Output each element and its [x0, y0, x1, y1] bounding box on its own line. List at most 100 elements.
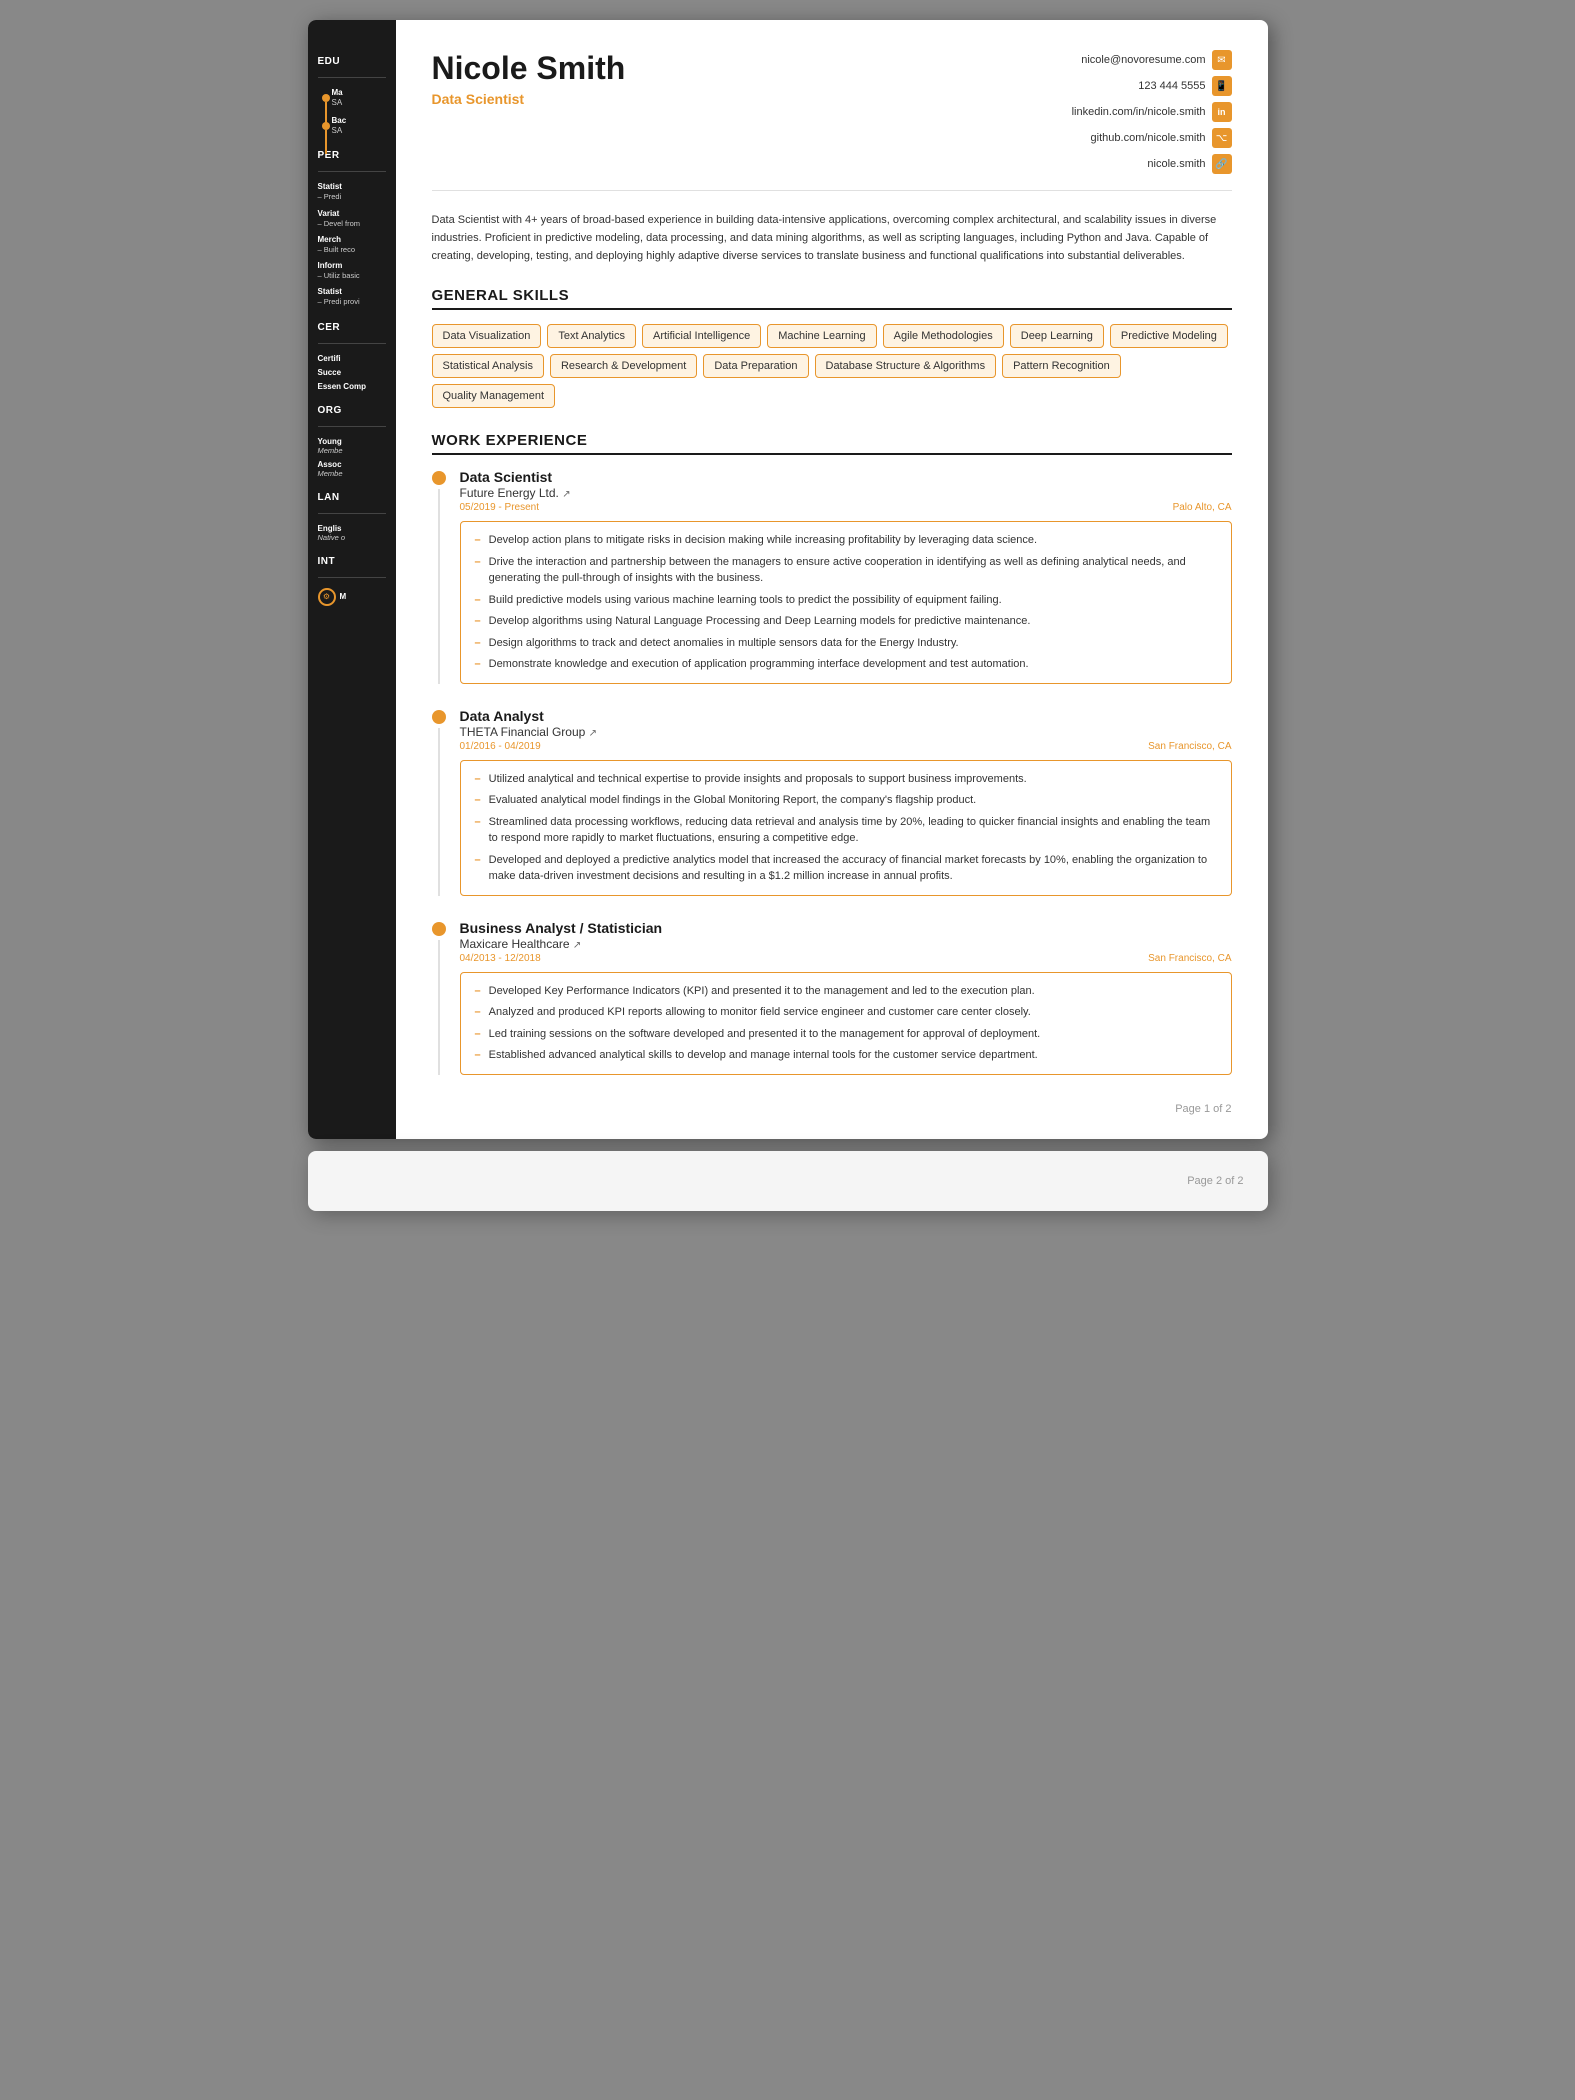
work-bullet-1-3: – Developed and deployed a predictive an…	[475, 852, 1217, 885]
sidebar: EDU Ma SA Bac SA PER Statist – Predi Var…	[308, 20, 396, 1139]
sidebar-edu-item-1: Ma SA	[318, 88, 386, 108]
edu-school-1: SA	[332, 97, 386, 108]
website-icon: 🔗	[1212, 154, 1232, 174]
page-number-2: Page 2 of 2	[1187, 1175, 1243, 1187]
header-left: Nicole Smith Data Scientist	[432, 50, 626, 107]
skill-chip-7: Statistical Analysis	[432, 354, 544, 378]
skill-chip-8: Research & Development	[550, 354, 697, 378]
cert-label-3: Essen Comp	[318, 382, 386, 391]
work-company-2: Maxicare Healthcare ↗	[460, 937, 1232, 951]
work-line-1	[438, 728, 440, 896]
github-text: github.com/nicole.smith	[1091, 132, 1206, 144]
skill-chip-5: Deep Learning	[1010, 324, 1104, 348]
work-bullet-0-1: – Drive the interaction and partnership …	[475, 554, 1217, 587]
phone-text: 123 444 5555	[1138, 80, 1205, 92]
linkedin-icon: in	[1212, 102, 1232, 122]
work-bullet-2-0: – Developed Key Performance Indicators (…	[475, 983, 1217, 1000]
work-bullet-1-0: – Utilized analytical and technical expe…	[475, 771, 1217, 788]
org-label-2: Assoc	[318, 460, 386, 469]
skill-chip-3: Machine Learning	[767, 324, 876, 348]
skill-chip-12: Quality Management	[432, 384, 556, 408]
sidebar-cert-1: Certifi	[318, 354, 386, 363]
phone-icon: 📱	[1212, 76, 1232, 96]
work-body-1: Data Analyst THETA Financial Group ↗ 01/…	[460, 708, 1232, 896]
work-bullet-1-1: – Evaluated analytical model findings in…	[475, 792, 1217, 809]
sidebar-lang-1: Englis Native o	[318, 524, 386, 542]
work-line-0	[438, 489, 440, 684]
sidebar-org-2: Assoc Membe	[318, 460, 386, 478]
work-bullet-2-1: – Analyzed and produced KPI reports allo…	[475, 1004, 1217, 1021]
contact-github-row: github.com/nicole.smith ⌥	[1091, 128, 1232, 148]
work-bullets-2: – Developed Key Performance Indicators (…	[460, 972, 1232, 1075]
work-bullet-0-5: – Demonstrate knowledge and execution of…	[475, 656, 1217, 673]
work-body-0: Data Scientist Future Energy Ltd. ↗ 05/2…	[460, 469, 1232, 684]
email-text: nicole@novoresume.com	[1081, 54, 1205, 66]
edu-degree-2: Bac	[332, 116, 386, 125]
resume-page-2-stub: Page 2 of 2	[308, 1151, 1268, 1211]
work-title-1: Data Analyst	[460, 708, 1232, 724]
contact-website-row: nicole.smith 🔗	[1147, 154, 1231, 174]
skill-chip-1: Text Analytics	[547, 324, 636, 348]
sidebar-int-title: INT	[318, 556, 386, 567]
per-label-1: Statist	[318, 182, 386, 191]
contact-phone-row: 123 444 5555 📱	[1138, 76, 1231, 96]
sidebar-per-title: PER	[318, 150, 386, 161]
skill-chip-2: Artificial Intelligence	[642, 324, 761, 348]
sidebar-cer-title: CER	[318, 322, 386, 333]
skill-chip-11: Pattern Recognition	[1002, 354, 1121, 378]
edu-degree-1: Ma	[332, 88, 386, 97]
work-timeline-1	[432, 708, 446, 896]
sidebar-cert-3: Essen Comp	[318, 382, 386, 391]
work-title-2: Business Analyst / Statistician	[460, 920, 1232, 936]
website-text: nicole.smith	[1147, 158, 1205, 170]
header-contact: nicole@novoresume.com ✉ 123 444 5555 📱 l…	[1072, 50, 1232, 174]
skills-section: GENERAL SKILLS Data Visualization Text A…	[432, 287, 1232, 408]
edu-school-2: SA	[332, 125, 386, 136]
skill-chip-0: Data Visualization	[432, 324, 542, 348]
github-icon: ⌥	[1212, 128, 1232, 148]
per-label-5: Statist	[318, 287, 386, 296]
contact-linkedin-row: linkedin.com/in/nicole.smith in	[1072, 102, 1232, 122]
work-company-0: Future Energy Ltd. ↗	[460, 486, 1232, 500]
work-bullets-1: – Utilized analytical and technical expe…	[460, 760, 1232, 896]
work-section: WORK EXPERIENCE Data Scientist Future En…	[432, 432, 1232, 1075]
work-dot-1	[432, 710, 446, 724]
lang-label-1: Englis	[318, 524, 386, 533]
per-label-2: Variat	[318, 209, 386, 218]
work-date-2: 04/2013 - 12/2018	[460, 953, 541, 964]
work-dot-0	[432, 471, 446, 485]
cert-label-2: Succe	[318, 368, 386, 377]
work-location-2: San Francisco, CA	[1148, 953, 1231, 964]
org-sub-1: Membe	[318, 446, 386, 455]
interest-label-1: M	[340, 592, 347, 601]
work-bullets-0: – Develop action plans to mitigate risks…	[460, 521, 1232, 684]
resume-page-1: EDU Ma SA Bac SA PER Statist – Predi Var…	[308, 20, 1268, 1139]
org-label-1: Young	[318, 437, 386, 446]
main-content: Nicole Smith Data Scientist nicole@novor…	[396, 20, 1268, 1139]
email-icon: ✉	[1212, 50, 1232, 70]
work-bullet-0-4: – Design algorithms to track and detect …	[475, 635, 1217, 652]
per-sub-2: Devel from	[324, 219, 360, 228]
per-sub-4: Utiliz basic	[324, 271, 360, 280]
sidebar-per-item-5: Statist – Predi provi	[318, 287, 386, 307]
per-label-4: Inform	[318, 261, 386, 270]
sidebar-per-item-1: Statist – Predi	[318, 182, 386, 202]
work-timeline-2	[432, 920, 446, 1075]
work-bullet-1-2: – Streamlined data processing workflows,…	[475, 814, 1217, 847]
cert-label-1: Certifi	[318, 354, 386, 363]
sidebar-per-item-2: Variat – Devel from	[318, 209, 386, 229]
work-bullet-0-2: – Build predictive models using various …	[475, 592, 1217, 609]
per-sub-3: Built reco	[324, 245, 355, 254]
candidate-title: Data Scientist	[432, 91, 626, 107]
sidebar-cert-2: Succe	[318, 368, 386, 377]
work-title-0: Data Scientist	[460, 469, 1232, 485]
resume-header: Nicole Smith Data Scientist nicole@novor…	[432, 50, 1232, 191]
per-sub-5: Predi provi	[324, 297, 360, 306]
work-line-2	[438, 940, 440, 1075]
work-location-1: San Francisco, CA	[1148, 741, 1231, 752]
sidebar-edu-title: EDU	[318, 56, 386, 67]
org-sub-2: Membe	[318, 469, 386, 478]
skill-chip-10: Database Structure & Algorithms	[815, 354, 997, 378]
sidebar-per-item-3: Merch – Built reco	[318, 235, 386, 255]
work-location-0: Palo Alto, CA	[1173, 502, 1232, 513]
